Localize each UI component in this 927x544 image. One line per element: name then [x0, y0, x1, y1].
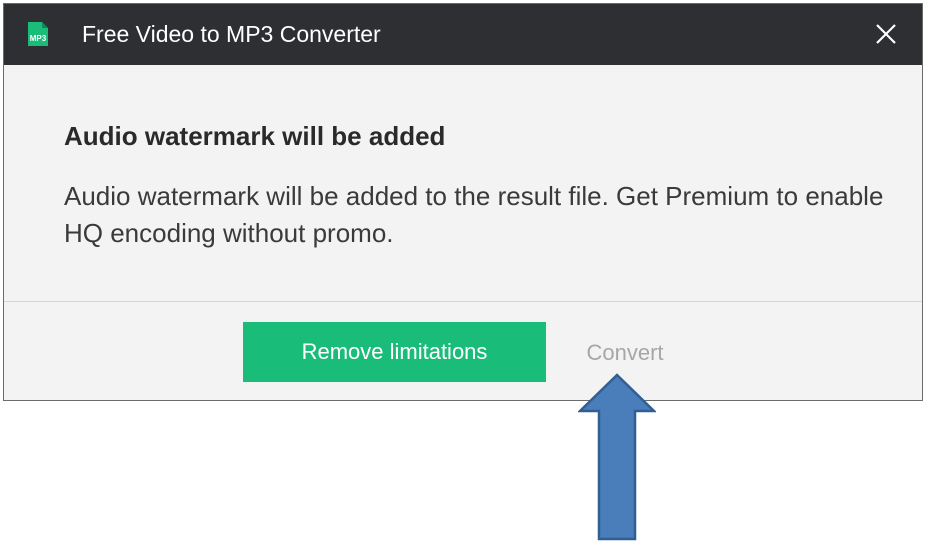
dialog-window: MP3 Free Video to MP3 Converter Audio wa…	[3, 3, 923, 401]
window-title: Free Video to MP3 Converter	[82, 21, 381, 47]
dialog-message: Audio watermark will be added to the res…	[64, 181, 884, 248]
close-icon[interactable]	[872, 20, 900, 48]
dialog-heading: Audio watermark will be added	[64, 121, 446, 151]
up-arrow-icon	[578, 373, 656, 541]
title-bar[interactable]: MP3 Free Video to MP3 Converter	[4, 4, 922, 65]
convert-button[interactable]: Convert	[570, 338, 680, 368]
mp3-file-icon: MP3	[28, 22, 48, 46]
remove-limitations-button[interactable]: Remove limitations	[243, 322, 546, 382]
dialog-content: Audio watermark will be added Audio wate…	[4, 65, 922, 301]
dialog-footer: Remove limitations Convert	[4, 302, 922, 400]
app-icon-label: MP3	[30, 34, 47, 43]
